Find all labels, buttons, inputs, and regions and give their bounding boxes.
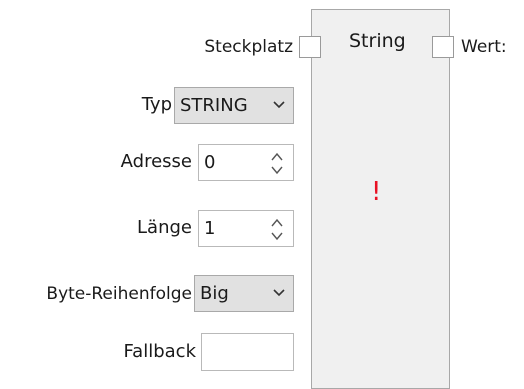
output-port[interactable]: [432, 36, 454, 58]
length-label: Länge: [137, 217, 192, 238]
string-node[interactable]: String !: [311, 9, 450, 389]
address-value: 0: [204, 152, 216, 173]
chevron-down-icon: [273, 101, 285, 109]
input-port[interactable]: [299, 36, 321, 58]
fallback-label: Fallback: [123, 341, 196, 362]
spin-down-icon[interactable]: [270, 164, 284, 176]
node-title: String: [349, 30, 406, 52]
spin-down-icon[interactable]: [270, 230, 284, 242]
byte-order-select[interactable]: Big: [194, 275, 294, 312]
spin-up-icon[interactable]: [270, 217, 284, 229]
address-input[interactable]: 0: [198, 144, 294, 181]
type-label: Typ: [141, 94, 172, 115]
byte-order-label: Byte-Reihenfolge: [46, 284, 192, 304]
type-value: STRING: [180, 95, 248, 116]
fallback-input[interactable]: [201, 333, 294, 371]
length-value: 1: [204, 218, 216, 239]
byte-order-value: Big: [200, 283, 229, 304]
output-port-label: Wert:: [461, 37, 507, 57]
type-select[interactable]: STRING: [174, 87, 294, 124]
warning-indicator: !: [371, 177, 382, 207]
input-port-label: Steckplatz: [204, 37, 293, 57]
length-input[interactable]: 1: [198, 210, 294, 247]
spin-up-icon[interactable]: [270, 151, 284, 163]
address-label: Adresse: [120, 151, 192, 172]
chevron-down-icon: [273, 289, 285, 297]
